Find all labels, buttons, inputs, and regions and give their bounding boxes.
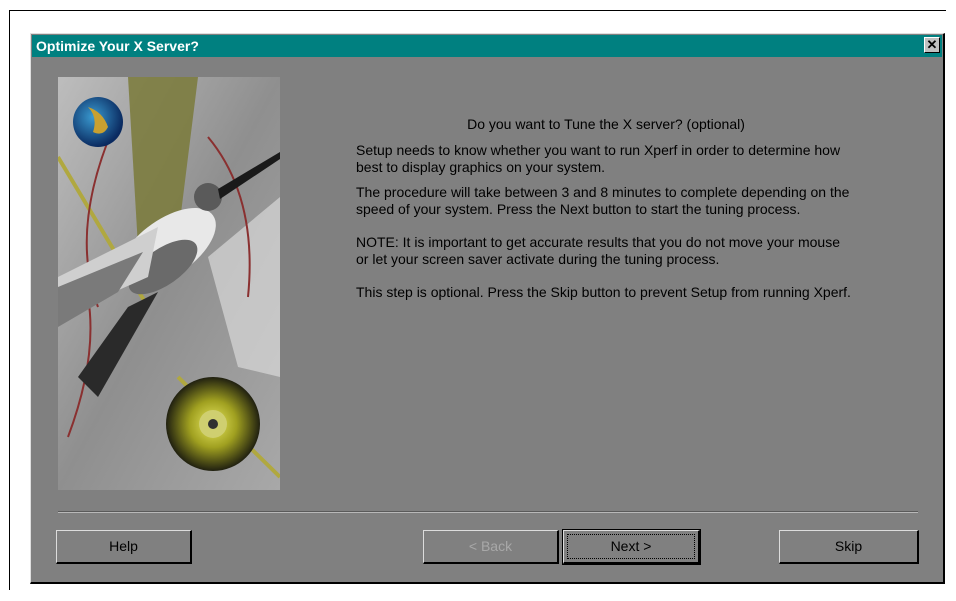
title-bar[interactable]: Optimize Your X Server? ✕ — [32, 35, 942, 57]
cd-disc-icon — [166, 377, 260, 471]
globe-icon — [73, 97, 123, 147]
next-button[interactable]: Next > — [562, 529, 701, 565]
duration-paragraph: The procedure will take between 3 and 8 … — [356, 184, 850, 217]
dialog-content: Do you want to Tune the X server? (optio… — [356, 116, 856, 309]
intro-paragraph: Setup needs to know whether you want to … — [356, 142, 841, 175]
close-button[interactable]: ✕ — [924, 37, 940, 53]
help-button[interactable]: Help — [56, 530, 192, 564]
next-button-label: Next > — [610, 538, 652, 554]
help-button-label: Help — [109, 538, 138, 554]
back-button[interactable]: < Back — [423, 530, 559, 564]
separator-line — [58, 511, 918, 513]
back-button-label: < Back — [468, 538, 513, 554]
close-icon: ✕ — [926, 37, 938, 52]
setup-dialog: Optimize Your X Server? ✕ Do you want to… — [30, 33, 945, 584]
skip-button-label: Skip — [834, 538, 863, 554]
note-paragraph: NOTE: It is important to get accurate re… — [356, 234, 840, 267]
question-heading: Do you want to Tune the X server? (optio… — [467, 116, 745, 132]
skip-button[interactable]: Skip — [779, 530, 919, 564]
hummingbird-image — [58, 77, 280, 490]
window-title: Optimize Your X Server? — [36, 38, 199, 54]
optional-paragraph: This step is optional. Press the Skip bu… — [356, 284, 851, 300]
